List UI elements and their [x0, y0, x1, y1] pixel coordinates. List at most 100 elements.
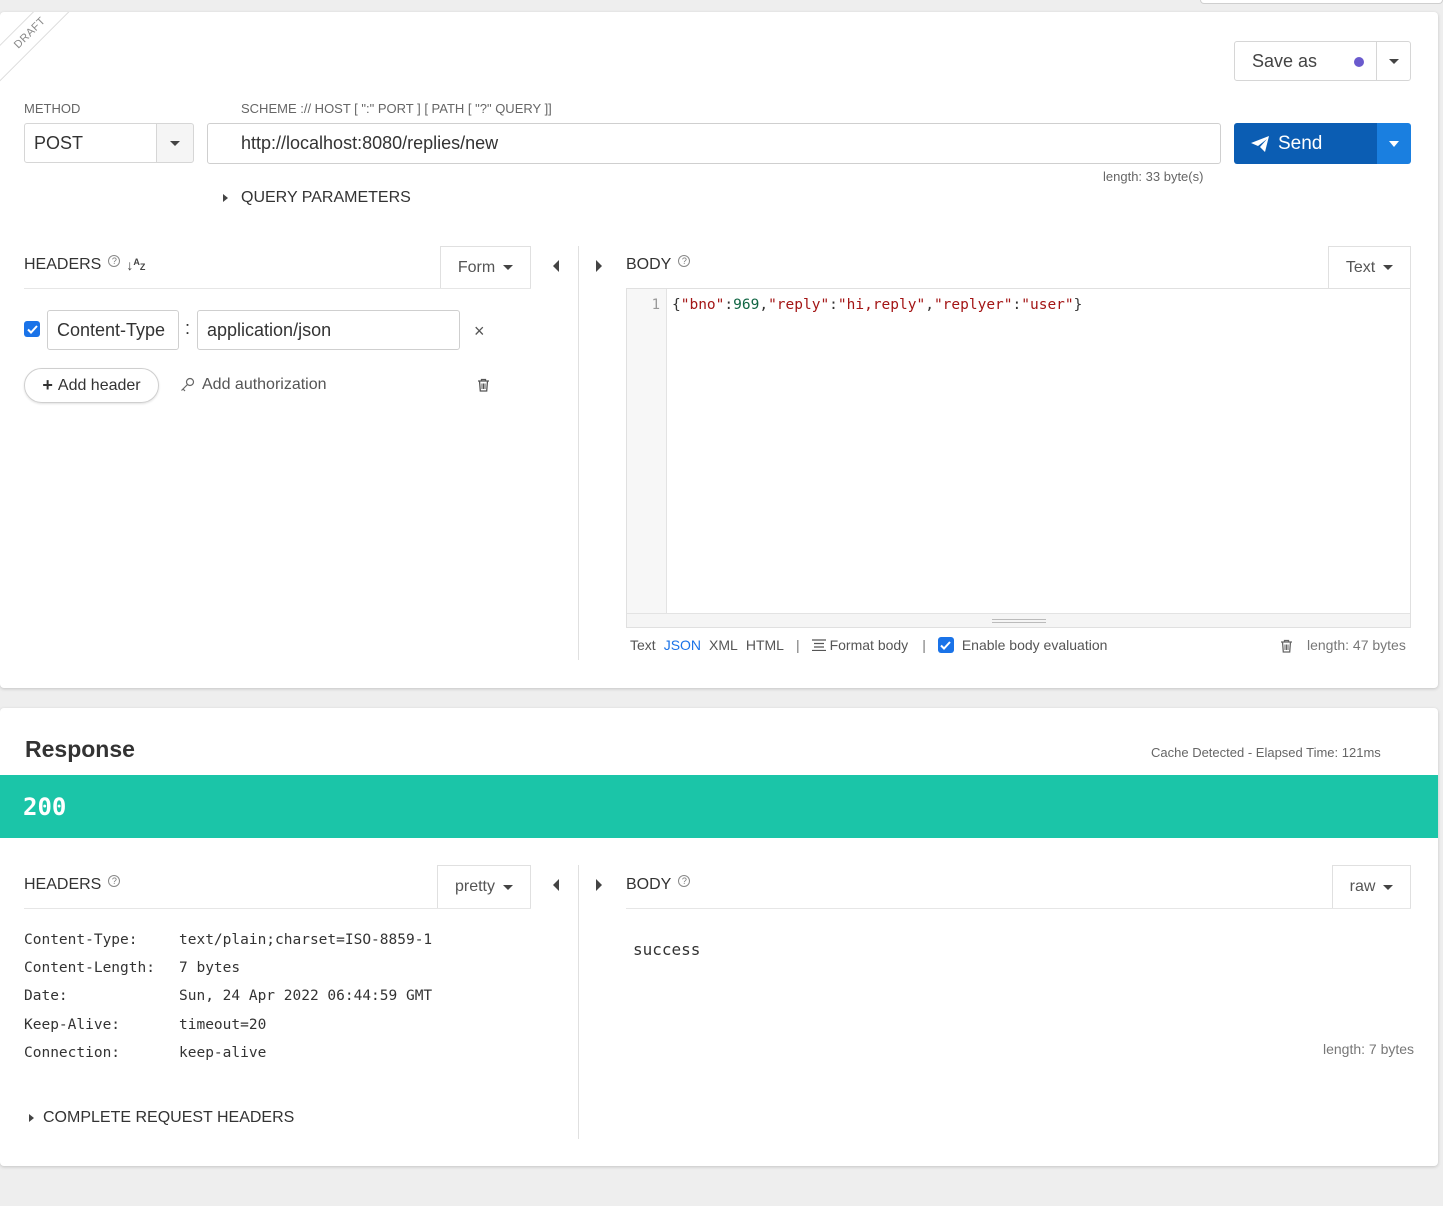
url-format-label: SCHEME :// HOST [ ":" PORT ] [ PATH [ "?…	[241, 101, 552, 116]
headers-mode-value: Form	[457, 258, 496, 276]
status-bar: 200	[0, 775, 1438, 838]
method-dropdown-button[interactable]	[156, 123, 194, 163]
code-token: ,	[925, 297, 934, 313]
header-value: text/plain;charset=ISO-8859-1	[179, 932, 433, 948]
status-code: 200	[23, 793, 67, 821]
header-enabled-checkbox[interactable]	[24, 321, 40, 337]
url-input[interactable]: http://localhost:8080/replies/new	[207, 123, 1221, 164]
header-name-value: Content-Type	[57, 319, 166, 340]
enable-eval-checkbox[interactable]	[937, 637, 954, 653]
response-body-text: success	[633, 940, 701, 959]
key-icon	[181, 377, 195, 392]
add-header-button[interactable]: + Add header	[24, 368, 159, 403]
toolbar-separator: |	[922, 637, 926, 653]
header-name: Content-Type:	[24, 932, 138, 948]
format-xml-link[interactable]: XML	[709, 637, 738, 653]
headers-view-value: pretty	[454, 878, 495, 895]
header-name: Date:	[24, 988, 68, 1004]
delete-all-headers-icon[interactable]	[477, 378, 490, 397]
collapse-left-icon[interactable]	[553, 878, 559, 896]
code-token: }	[1073, 297, 1083, 313]
chevron-down-icon	[1383, 884, 1394, 890]
code-token: ,	[759, 297, 769, 313]
format-body-label: Format body	[829, 637, 909, 653]
header-value: timeout=20	[179, 1017, 267, 1033]
header-colon: :	[185, 318, 191, 338]
body-view-select[interactable]: raw	[1332, 865, 1411, 908]
code-token: 969	[733, 297, 760, 313]
query-parameters-toggle[interactable]: QUERY PARAMETERS	[223, 189, 411, 207]
request-body-heading: BODY ?	[626, 255, 691, 274]
method-select[interactable]: POST	[24, 123, 157, 163]
header-value-input[interactable]: application/json	[197, 310, 460, 350]
response-headers-heading: HEADERS ?	[24, 875, 121, 894]
chevron-down-icon	[1388, 58, 1399, 64]
header-value: 7 bytes	[179, 960, 241, 976]
sort-az-icon[interactable]: ↓AZ	[126, 257, 145, 273]
help-icon[interactable]: ?	[108, 875, 121, 887]
add-authorization-link[interactable]: Add authorization	[180, 376, 327, 394]
toolbar-separator: |	[795, 637, 800, 653]
request-headers-heading: HEADERS ? ↓AZ	[24, 255, 145, 274]
collapse-right-icon[interactable]	[596, 878, 602, 896]
url-length: length: 33 byte(s)	[1103, 169, 1204, 184]
chevron-down-icon	[1383, 265, 1394, 270]
code-token: "bno"	[680, 297, 725, 313]
headers-mode-select[interactable]: Form	[440, 246, 531, 288]
format-json-link[interactable]: JSON	[664, 637, 701, 653]
collapse-left-icon[interactable]	[553, 259, 559, 277]
body-editor[interactable]: 1 {"bno":969,"reply":"hi,reply","replyer…	[626, 288, 1411, 628]
header-value: Sun, 24 Apr 2022 06:44:59 GMT	[179, 988, 433, 1004]
save-as-button[interactable]: Save as	[1234, 41, 1377, 81]
save-as-label: Save as	[1252, 50, 1318, 71]
headers-label: HEADERS	[24, 256, 102, 273]
header-name: Content-Length:	[24, 960, 155, 976]
format-text-link[interactable]: Text	[630, 637, 656, 653]
format-html-link[interactable]: HTML	[746, 637, 784, 653]
response-body-length: length: 7 bytes	[1323, 1041, 1415, 1057]
unsaved-dot-icon	[1354, 57, 1364, 67]
remove-header-icon[interactable]: ×	[474, 321, 485, 342]
code-token: :	[724, 297, 734, 313]
help-icon[interactable]: ?	[108, 255, 121, 267]
editor-resize-handle[interactable]	[627, 613, 1410, 627]
chevron-down-icon	[170, 140, 180, 146]
save-options-button[interactable]	[1376, 41, 1411, 81]
body-mode-select[interactable]: Text	[1328, 246, 1411, 288]
send-button[interactable]: Send	[1234, 123, 1377, 164]
complete-request-headers-toggle[interactable]: COMPLETE REQUEST HEADERS	[29, 1109, 294, 1127]
code-token: {	[672, 297, 681, 313]
response-header-row: Connection: keep-alive	[24, 1045, 266, 1061]
headers-label: HEADERS	[24, 876, 102, 893]
panel-splitter[interactable]	[578, 865, 579, 1139]
help-icon[interactable]: ?	[678, 255, 691, 267]
add-authorization-label: Add authorization	[202, 376, 327, 393]
method-label: METHOD	[24, 101, 81, 116]
chevron-right-icon	[223, 194, 228, 202]
body-format-toolbar: Text JSON XML HTML | Format body | Enabl…	[630, 637, 1107, 653]
clear-body-icon[interactable]	[1280, 639, 1293, 658]
body-length: length: 47 bytes	[1307, 637, 1406, 653]
body-mode-value: Text	[1345, 258, 1376, 276]
headers-view-select[interactable]: pretty	[437, 865, 531, 908]
chevron-down-icon	[503, 265, 514, 270]
collapse-right-icon[interactable]	[596, 259, 602, 277]
code-token: "replyer"	[933, 297, 1013, 313]
header-name-input[interactable]: Content-Type	[47, 310, 179, 350]
divider	[24, 288, 531, 289]
chevron-right-icon	[29, 1114, 34, 1122]
body-view-value: raw	[1349, 878, 1376, 895]
trash-icon	[1281, 639, 1292, 653]
body-code-line: {"bno":969,"reply":"hi,reply","replyer":…	[672, 297, 1082, 313]
window-edge	[1200, 0, 1443, 4]
url-value: http://localhost:8080/replies/new	[241, 133, 499, 153]
send-options-button[interactable]	[1377, 123, 1411, 164]
divider	[626, 908, 1411, 909]
draft-ribbon: DRAFT	[0, 12, 82, 85]
panel-splitter[interactable]	[578, 246, 579, 660]
chevron-down-icon	[503, 884, 513, 890]
help-icon[interactable]: ?	[678, 875, 691, 887]
response-header-row: Content-Type: text/plain;charset=ISO-8859…	[24, 932, 432, 948]
draft-label: DRAFT	[11, 14, 49, 52]
format-body-button[interactable]: Format body	[811, 637, 909, 653]
